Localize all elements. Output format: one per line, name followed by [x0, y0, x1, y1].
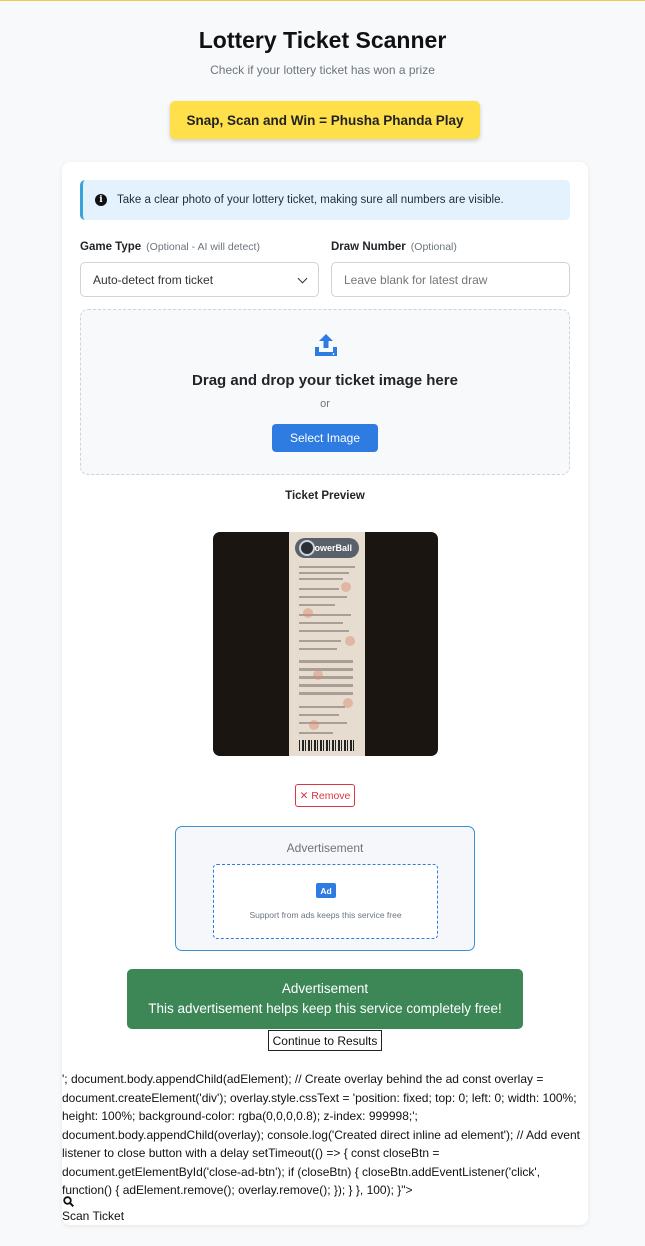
info-alert: i Take a clear photo of your lottery tic… [80, 180, 570, 220]
advertisement-banner[interactable]: Advertisement This advertisement helps k… [127, 969, 523, 1029]
game-type-optional: (Optional - AI will detect) [146, 241, 260, 253]
continue-to-results-button[interactable]: Continue to Results [268, 1030, 382, 1051]
upload-or: or [320, 398, 330, 410]
draw-number-optional: (Optional) [410, 241, 457, 253]
upload-icon [315, 334, 337, 356]
draw-number-label-text: Draw Number [331, 241, 406, 253]
remove-button[interactable]: ✕ Remove [295, 784, 355, 807]
select-image-button[interactable]: Select Image [272, 424, 378, 452]
info-icon: i [95, 194, 107, 206]
game-type-select[interactable]: Auto-detect from ticket [80, 262, 319, 297]
draw-number-label: Draw Number (Optional) [331, 241, 457, 253]
game-type-label-text: Game Type [80, 241, 142, 253]
info-text: Take a clear photo of your lottery ticke… [117, 194, 504, 206]
ad-support-text: Support from ads keeps this service free [249, 910, 402, 920]
upload-title: Drag and drop your ticket image here [192, 372, 458, 389]
search-icon [63, 1196, 74, 1207]
promo-button[interactable]: Snap, Scan and Win = Phusha Phanda Play [170, 101, 480, 139]
ad-placeholder[interactable]: Ad Support from ads keeps this service f… [213, 864, 438, 939]
ad-icon: Ad [316, 883, 336, 898]
scan-ticket-button[interactable]: Scan Ticket [62, 1209, 124, 1223]
game-type-label: Game Type (Optional - AI will detect) [80, 241, 260, 253]
ticket-preview-image: PowerBall [213, 532, 438, 756]
ad-banner-title: Advertisement [281, 981, 369, 996]
page-title: Lottery Ticket Scanner [198, 27, 447, 53]
ad-banner-text: This advertisement helps keep this servi… [148, 1001, 502, 1016]
preview-title: Ticket Preview [285, 490, 365, 502]
draw-number-input[interactable] [331, 262, 570, 297]
chevron-down-icon [297, 273, 308, 284]
upload-dropzone[interactable]: Drag and drop your ticket image here or … [80, 309, 570, 475]
game-type-value: Auto-detect from ticket [93, 272, 214, 287]
page-subtitle: Check if your lottery ticket has won a p… [210, 63, 435, 77]
leaked-script-text: '; document.body.appendChild(adElement);… [62, 1072, 580, 1197]
scanner-card: i Take a clear photo of your lottery tic… [62, 162, 588, 1225]
advertisement-label: Advertisement [286, 841, 364, 855]
advertisement-box: Advertisement Ad Support from ads keeps … [175, 826, 475, 951]
